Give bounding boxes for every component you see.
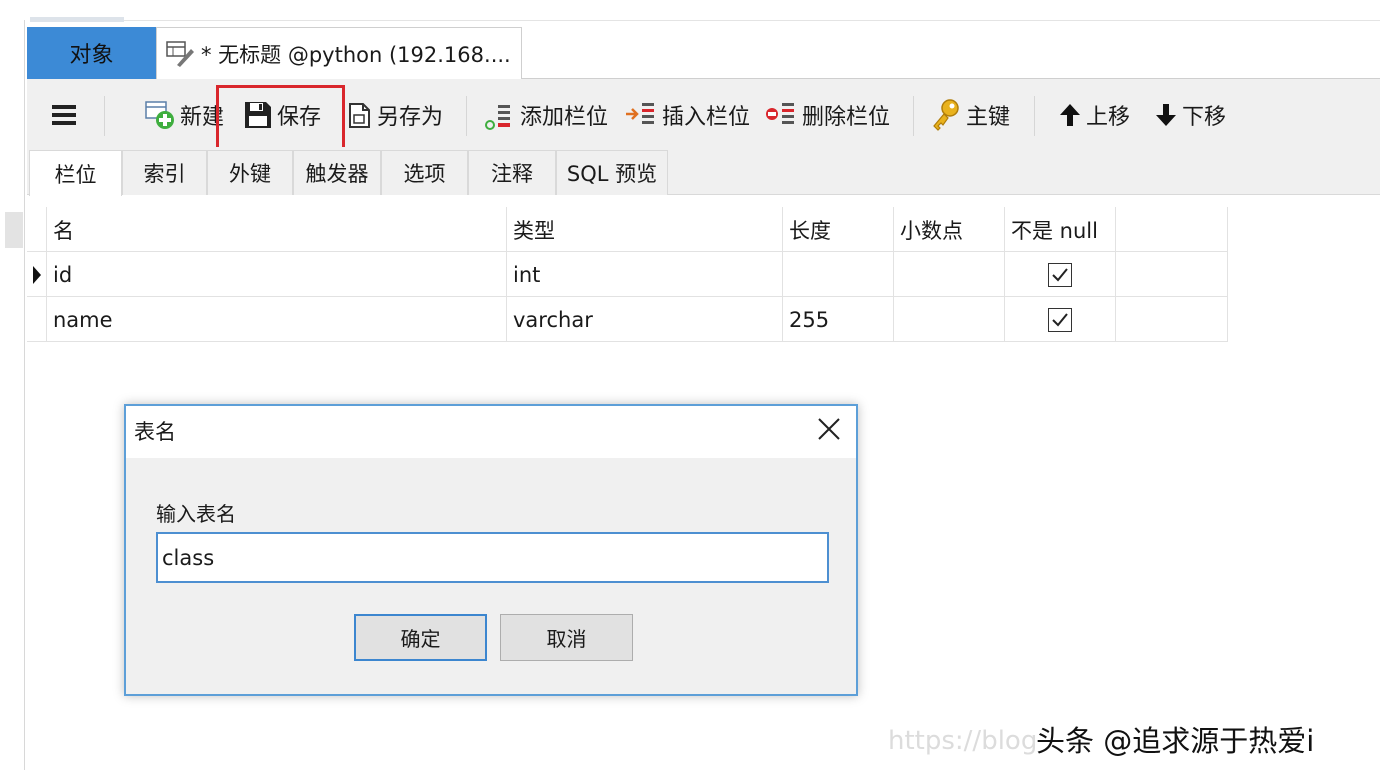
hamburger-menu-icon — [52, 105, 76, 125]
delete-column-icon — [764, 99, 798, 131]
cell-name[interactable]: id — [47, 252, 507, 297]
not-null-checkbox[interactable] — [1048, 262, 1072, 287]
insert-column-button[interactable]: 插入栏位 — [624, 95, 750, 135]
primary-key-label: 主键 — [966, 105, 1011, 130]
tab-sql-preview[interactable]: SQL 预览 — [556, 150, 668, 195]
tab-fields[interactable]: 栏位 — [29, 150, 122, 196]
row-header[interactable] — [27, 297, 47, 342]
save-as-icon — [347, 100, 373, 130]
header-not-null[interactable]: 不是 null — [1005, 207, 1116, 252]
row-header — [27, 207, 47, 252]
grid-header-row: 名 类型 长度 小数点 不是 null — [27, 207, 1228, 252]
tab-foreign-keys[interactable]: 外键 — [207, 150, 293, 195]
table-row[interactable]: name varchar 255 — [27, 297, 1228, 342]
tab-indexes[interactable]: 索引 — [122, 150, 207, 195]
dialog-body: 输入表名 class 确定 取消 — [126, 458, 856, 694]
current-row-arrow-icon — [32, 265, 41, 284]
move-down-button[interactable]: 下移 — [1154, 95, 1226, 135]
close-icon — [818, 418, 840, 440]
move-up-button[interactable]: 上移 — [1058, 95, 1130, 135]
save-highlight-box — [216, 85, 345, 156]
primary-key-button[interactable]: 主键 — [930, 95, 1010, 135]
save-as-label: 另存为 — [377, 105, 444, 130]
table-row[interactable]: id int — [27, 252, 1228, 297]
new-table-icon — [144, 99, 176, 131]
row-marker-strip — [5, 212, 23, 248]
cell-not-null — [1005, 297, 1116, 342]
toolbar-separator — [1034, 96, 1035, 136]
table-name-input[interactable]: class — [156, 532, 829, 583]
arrow-down-icon — [1154, 102, 1178, 128]
cancel-button[interactable]: 取消 — [500, 614, 633, 661]
left-border — [24, 20, 25, 770]
cell-not-null — [1005, 252, 1116, 297]
add-column-label: 添加栏位 — [520, 105, 609, 130]
author-watermark: 头条 @追求源于热爱i — [1036, 724, 1315, 758]
table-name-dialog: 表名 输入表名 class 确定 取消 — [124, 404, 858, 696]
new-button[interactable]: 新建 — [144, 95, 224, 135]
cell-name[interactable]: name — [47, 297, 507, 342]
checkmark-icon — [1052, 312, 1068, 326]
insert-column-icon — [624, 99, 658, 131]
row-header[interactable] — [27, 252, 47, 297]
window-top-accent — [30, 17, 124, 22]
header-type[interactable]: 类型 — [507, 207, 783, 252]
tab-title: * 无标题 @python (192.168.... — [201, 42, 511, 67]
tab-triggers[interactable]: 触发器 — [293, 150, 381, 195]
dialog-title: 表名 — [134, 420, 176, 444]
cell-length[interactable] — [783, 252, 894, 297]
header-name[interactable]: 名 — [47, 207, 507, 252]
url-watermark: https://blog — [888, 726, 1038, 756]
cell-decimals[interactable] — [894, 252, 1005, 297]
not-null-checkbox[interactable] — [1048, 307, 1072, 332]
arrow-up-icon — [1058, 102, 1082, 128]
tab-comments[interactable]: 注释 — [468, 150, 556, 195]
dialog-close-button[interactable] — [816, 416, 842, 442]
delete-column-button[interactable]: 删除栏位 — [764, 95, 890, 135]
save-as-button[interactable]: 另存为 — [347, 95, 443, 135]
toolbar-separator — [104, 96, 105, 136]
insert-column-label: 插入栏位 — [662, 105, 751, 130]
delete-column-label: 删除栏位 — [802, 105, 891, 130]
toolbar-separator — [466, 96, 467, 136]
toolbar-separator — [913, 96, 914, 136]
move-down-label: 下移 — [1182, 105, 1227, 130]
cell-length[interactable]: 255 — [783, 297, 894, 342]
table-name-label: 输入表名 — [156, 502, 236, 526]
key-icon — [930, 98, 962, 132]
tab-objects[interactable]: 对象 — [27, 27, 156, 79]
ok-button[interactable]: 确定 — [354, 614, 487, 661]
window-top-border — [124, 20, 1380, 21]
add-column-icon — [484, 99, 516, 131]
checkmark-icon — [1052, 267, 1068, 281]
table-design-icon — [166, 40, 194, 67]
menu-button[interactable] — [50, 95, 78, 135]
header-length[interactable]: 长度 — [783, 207, 894, 252]
cell-extra — [1116, 297, 1228, 342]
cell-extra — [1116, 252, 1228, 297]
header-decimals[interactable]: 小数点 — [894, 207, 1005, 252]
cell-type[interactable]: int — [507, 252, 783, 297]
cell-type[interactable]: varchar — [507, 297, 783, 342]
header-extra — [1116, 207, 1228, 252]
tab-options[interactable]: 选项 — [381, 150, 468, 195]
move-up-label: 上移 — [1086, 105, 1131, 130]
cell-decimals[interactable] — [894, 297, 1005, 342]
tab-untitled-table[interactable]: * 无标题 @python (192.168.... — [156, 27, 522, 79]
add-column-button[interactable]: 添加栏位 — [484, 95, 608, 135]
